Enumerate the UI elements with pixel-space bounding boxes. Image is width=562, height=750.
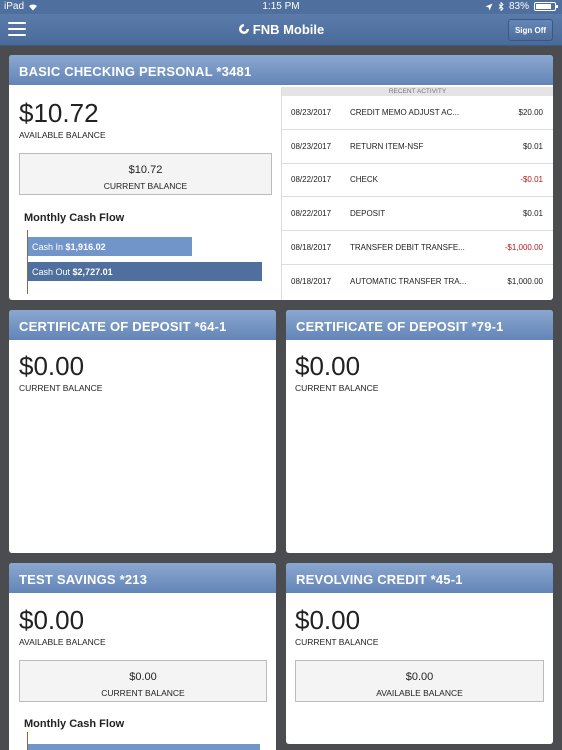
- current-balance-box: $10.72 CURRENT BALANCE: [19, 153, 272, 195]
- cash-out-bar[interactable]: Cash Out $2,727.01: [28, 262, 262, 281]
- transaction-date: 08/22/2017: [291, 175, 332, 185]
- clock-time: 1:15 PM: [262, 1, 300, 12]
- revolving-current-amount: $0.00: [295, 605, 361, 635]
- recent-activity-panel: RECENT ACTIVITY 08/23/2017 CREDIT MEMO AD…: [281, 87, 553, 300]
- cd-64-1-balance-label: CURRENT BALANCE: [19, 383, 103, 393]
- transaction-date: 08/18/2017: [291, 243, 332, 253]
- transaction-row[interactable]: 08/23/2017 CREDIT MEMO ADJUST AC... $20.00: [282, 96, 553, 130]
- app-title-text: FNB Mobile: [252, 22, 325, 37]
- test-savings-title[interactable]: TEST SAVINGS *213: [9, 563, 276, 593]
- revolving-available-label: AVAILABLE BALANCE: [376, 688, 463, 698]
- current-balance-label: CURRENT BALANCE: [103, 181, 188, 191]
- revolving-available-box: $0.00 AVAILABLE BALANCE: [295, 660, 544, 702]
- transaction-amount: -$1,000.00: [504, 243, 543, 253]
- cd-64-1-card[interactable]: CERTIFICATE OF DEPOSIT *64-1 $0.00 CURRE…: [9, 310, 276, 553]
- battery-percent: 83%: [508, 1, 529, 12]
- transaction-description: CREDIT MEMO ADJUST AC...: [350, 107, 460, 117]
- test-savings-card[interactable]: TEST SAVINGS *213 $0.00 AVAILABLE BALANC…: [9, 563, 276, 750]
- cd-79-1-balance-label: CURRENT BALANCE: [295, 383, 379, 393]
- monthly-cash-flow-title: Monthly Cash Flow: [24, 212, 125, 224]
- transaction-date: 08/18/2017: [291, 277, 332, 287]
- revolving-credit-card[interactable]: REVOLVING CREDIT *45-1 $0.00 CURRENT BAL…: [286, 563, 553, 744]
- revolving-available-amount: $0.00: [405, 671, 434, 683]
- transaction-description: TRANSFER DEBIT TRANSFE...: [350, 243, 465, 253]
- transaction-date: 08/23/2017: [291, 141, 332, 151]
- savings-available-label: AVAILABLE BALANCE: [19, 637, 106, 647]
- cash-out-value: $2,727.01: [72, 267, 113, 277]
- checking-account-title[interactable]: BASIC CHECKING PERSONAL *3481: [9, 55, 553, 85]
- transaction-description: RETURN ITEM-NSF: [350, 141, 424, 151]
- app-header: FNB Mobile Sign Off: [0, 14, 562, 46]
- cash-out-label: Cash Out: [32, 267, 71, 277]
- location-arrow-icon: [485, 3, 493, 10]
- savings-current-balance-box: $0.00 CURRENT BALANCE: [19, 660, 267, 702]
- transaction-date: 08/23/2017: [291, 107, 332, 117]
- available-balance-amount: $10.72: [19, 98, 99, 128]
- transaction-description: DEPOSIT: [350, 209, 386, 219]
- transaction-amount: $1,000.00: [507, 277, 543, 287]
- checking-account-card[interactable]: BASIC CHECKING PERSONAL *3481 $10.72 AVA…: [9, 55, 553, 300]
- revolving-current-label: CURRENT BALANCE: [295, 637, 379, 647]
- available-balance-label: AVAILABLE BALANCE: [19, 130, 106, 140]
- fnb-logo-icon: [238, 24, 249, 34]
- savings-current-amount: $0.00: [129, 671, 157, 683]
- transaction-description: CHECK: [350, 175, 379, 185]
- savings-current-label: CURRENT BALANCE: [101, 688, 185, 698]
- transaction-date: 08/22/2017: [291, 209, 332, 219]
- cd-79-1-card[interactable]: CERTIFICATE OF DEPOSIT *79-1 $0.00 CURRE…: [286, 310, 553, 553]
- current-balance-amount: $10.72: [128, 164, 163, 176]
- recent-activity-title: RECENT ACTIVITY: [282, 87, 553, 96]
- transaction-row[interactable]: 08/22/2017 CHECK -$0.01: [282, 164, 553, 198]
- transaction-row[interactable]: 08/23/2017 RETURN ITEM-NSF $0.01: [282, 130, 553, 164]
- battery-icon: [534, 2, 558, 11]
- cash-in-label: Cash In: [32, 242, 64, 252]
- savings-available-amount: $0.00: [19, 605, 85, 635]
- transaction-description: AUTOMATIC TRANSFER TRA...: [350, 277, 467, 287]
- cd-64-1-balance-amount: $0.00: [19, 351, 85, 381]
- cd-79-1-title[interactable]: CERTIFICATE OF DEPOSIT *79-1: [286, 310, 553, 340]
- transaction-amount: $20.00: [518, 107, 543, 117]
- transaction-row[interactable]: 08/18/2017 TRANSFER DEBIT TRANSFE... -$1,0…: [282, 231, 553, 265]
- cash-in-value: $1,916.02: [65, 242, 106, 252]
- cash-in-bar[interactable]: Cash In $1,916.02: [28, 237, 192, 256]
- transaction-amount: $0.01: [522, 141, 543, 151]
- revolving-credit-title[interactable]: REVOLVING CREDIT *45-1: [286, 563, 553, 593]
- bluetooth-icon: [498, 2, 504, 11]
- transaction-amount: -$0.01: [520, 175, 543, 185]
- savings-cash-flow-title: Monthly Cash Flow: [24, 718, 125, 730]
- transaction-row[interactable]: 08/22/2017 DEPOSIT $0.01: [282, 197, 553, 232]
- status-bar: iPad 1:15 PM 83%: [0, 0, 562, 14]
- transaction-list: 08/23/2017 CREDIT MEMO ADJUST AC... $20.00…: [282, 96, 553, 299]
- cd-64-1-title[interactable]: CERTIFICATE OF DEPOSIT *64-1: [9, 310, 276, 340]
- transaction-row[interactable]: 08/18/2017 AUTOMATIC TRANSFER TRA... $1,00…: [282, 265, 553, 299]
- sign-off-button[interactable]: Sign Off: [508, 19, 553, 41]
- app-title: FNB Mobile: [0, 22, 562, 37]
- cd-79-1-balance-amount: $0.00: [295, 351, 361, 381]
- transaction-amount: $0.01: [522, 209, 543, 219]
- savings-cash-flow-bar: [28, 744, 260, 750]
